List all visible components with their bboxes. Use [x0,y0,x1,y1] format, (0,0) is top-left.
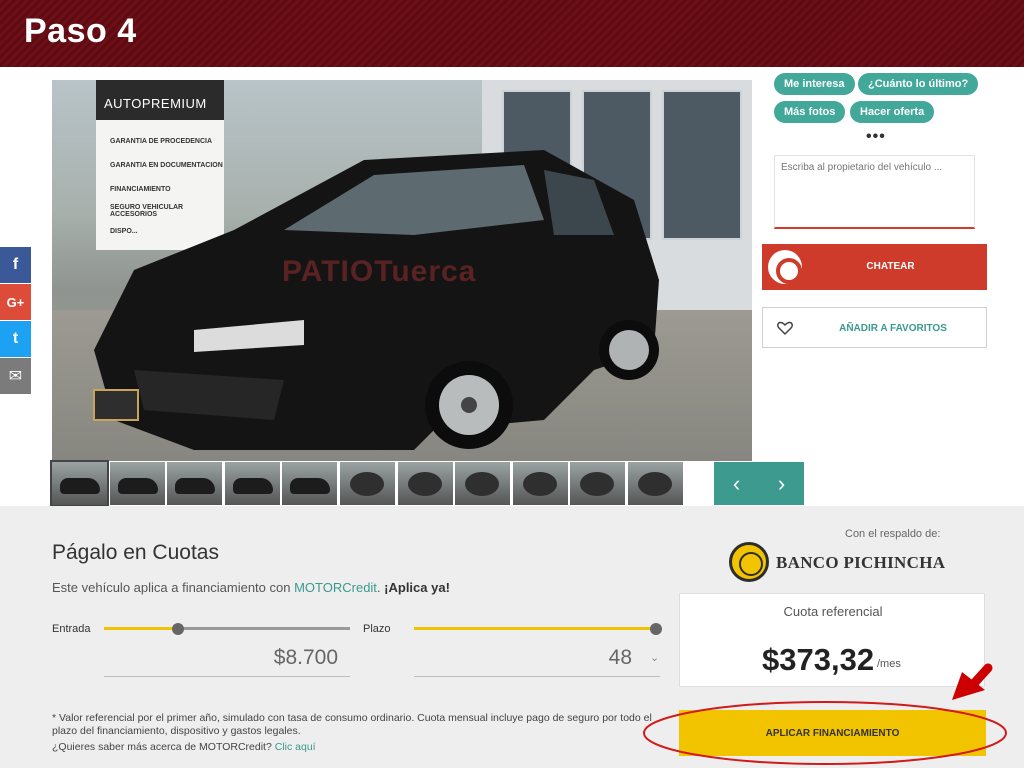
thumbnail[interactable] [512,462,568,505]
thumbnail[interactable] [627,462,683,505]
clic-aqui-link[interactable]: Clic aquí [275,741,316,753]
entrada-slider-fill [104,627,178,630]
quota-card: Cuota referencial $373,32 /mes [679,593,985,687]
chat-button-label: CHATEAR [866,261,915,272]
email-icon[interactable]: ✉ [0,358,31,394]
entrada-label: Entrada [52,623,91,635]
cuanto-lo-ultimo-button[interactable]: ¿Cuánto lo último? [858,73,979,95]
thumbnail[interactable] [282,462,338,505]
thumbnail-nav: ‹ › [714,462,804,505]
bank-logo-icon [729,542,769,582]
favorites-label: AÑADIR A FAVORITOS [839,323,947,334]
chevron-left-icon[interactable]: ‹ [714,462,759,505]
mas-fotos-button[interactable]: Más fotos [774,101,846,123]
entrada-slider-handle[interactable] [171,623,184,635]
thumbnail[interactable] [570,462,626,505]
quota-unit: /mes [877,658,901,670]
financing-title: Págalo en Cuotas [52,541,219,564]
me-interesa-button[interactable]: Me interesa [774,73,855,95]
motorcredit-info: ¿Quieres saber más acerca de MOTORCredit… [52,741,316,753]
thumbnail-strip: ‹ › [50,460,804,507]
main-vehicle-photo[interactable]: AUTOPREMIUM GARANTIA DE PROCEDENCIA GARA… [52,80,752,461]
thumbnail[interactable] [224,462,280,505]
thumbnail[interactable] [109,462,165,505]
page: Paso 4 AUTOPREMIUM GARANTIA DE PROCEDENC… [0,0,1024,768]
thumbnail[interactable] [50,460,109,507]
google-plus-icon[interactable]: G+ [0,284,31,320]
chevron-right-icon[interactable]: › [759,462,804,505]
facebook-icon[interactable]: f [0,247,31,283]
more-options-button[interactable]: ••• [866,128,886,146]
step-banner: Paso 4 [0,0,1024,67]
chat-button[interactable]: CHATEAR [762,244,987,290]
apply-financing-button[interactable]: APLICAR FINANCIAMIENTO [679,710,986,756]
quota-value: $373,32 [762,642,875,677]
motorcredit-link[interactable]: MOTORCredit [294,580,377,595]
financing-subtitle: Este vehículo aplica a financiamiento co… [52,580,450,595]
add-to-favorites-button[interactable]: AÑADIR A FAVORITOS [762,307,987,348]
heart-icon [777,321,793,336]
step-title: Paso 4 [24,12,137,50]
thumbnail[interactable] [455,462,511,505]
watermark: PATIOTuerca [282,255,477,288]
hacer-oferta-button[interactable]: Hacer oferta [850,101,935,123]
bank-name: BANCO PICHINCHA [776,553,946,572]
plazo-slider-handle[interactable] [650,623,662,635]
backing-label: Con el respaldo de: [845,528,941,540]
twitter-icon[interactable]: t [0,321,31,357]
plazo-select[interactable]: 48 [414,642,660,677]
financing-disclaimer: * Valor referencial por el primer año, s… [52,712,652,737]
thumbnail[interactable] [167,462,223,505]
thumbnail[interactable] [397,462,453,505]
owner-message-input[interactable] [774,155,975,229]
thumbnail[interactable] [339,462,395,505]
motorcredit-question: ¿Quieres saber más acerca de MOTORCredit… [52,741,272,753]
entrada-input[interactable]: $8.700 [104,642,350,677]
financing-subtitle-text: Este vehículo aplica a financiamiento co… [52,580,295,595]
plazo-slider-fill [414,627,656,630]
chevron-down-icon[interactable]: ⌄ [650,651,659,664]
dealer-sign-brand: AUTOPREMIUM [104,96,207,111]
financing-section: Págalo en Cuotas Este vehículo aplica a … [0,506,1024,768]
plazo-label: Plazo [363,623,391,635]
apply-cta-text: ¡Aplica ya! [384,580,450,595]
apply-financing-label: APLICAR FINANCIAMIENTO [765,728,900,739]
quota-label: Cuota referencial [783,604,883,619]
